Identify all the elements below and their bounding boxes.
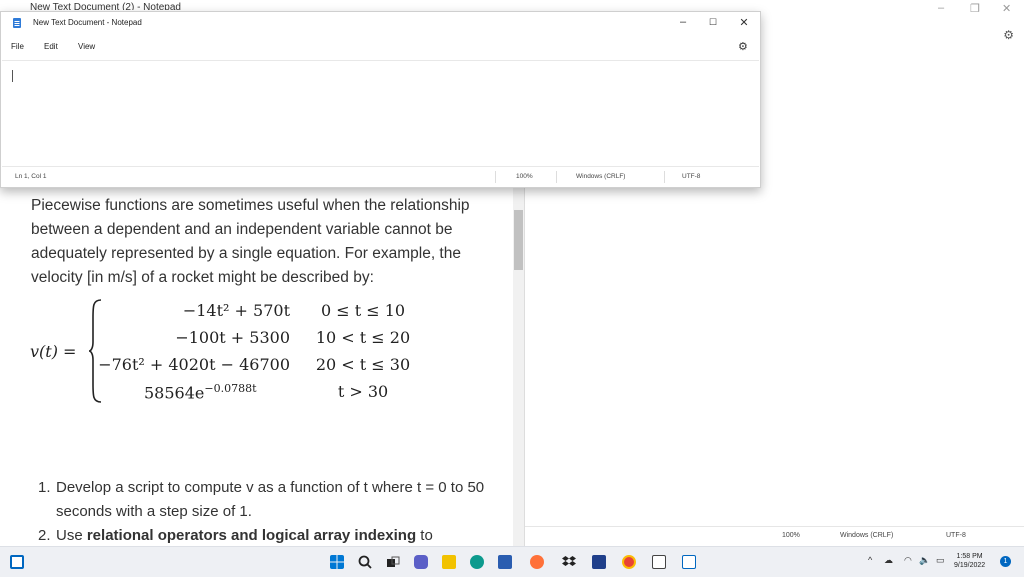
notepad-window: New Text Document - Notepad – ☐ ✕ File E…: [0, 11, 761, 188]
clock-time: 1:58 PM: [956, 553, 983, 560]
chrome-icon[interactable]: [622, 555, 636, 569]
piecewise-equation: v(t) = −14t² + 570t 0 ≤ t ≤ 10 −100t + 5…: [30, 298, 490, 408]
equation-row-1-condition: 0 ≤ t ≤ 10: [320, 301, 406, 320]
settings-gear-icon[interactable]: ⚙: [738, 40, 748, 53]
taskbar: ^ ☁ ◠ 🔈 ▭ 1:58 PM 9/19/2022 1: [0, 546, 1024, 577]
background-minimize-button[interactable]: –: [938, 2, 944, 14]
store-icon[interactable]: [498, 555, 512, 569]
cloud-icon[interactable]: ☁: [884, 555, 893, 566]
notepad-title-bar[interactable]: New Text Document - Notepad – ☐ ✕: [1, 12, 760, 34]
equation-row-2-condition: 10 < t ≤ 20: [315, 328, 411, 347]
background-status-bar: 100% Windows (CRLF) UTF-8: [524, 526, 1024, 545]
start-icon[interactable]: [330, 555, 344, 569]
maximize-button[interactable]: ☐: [703, 17, 723, 28]
edge-browser-icon[interactable]: [470, 555, 484, 569]
text-caret: [12, 70, 13, 82]
notepad-app-icon: [13, 18, 21, 28]
line-ending: Windows (CRLF): [576, 173, 626, 180]
list-item: 2. Use relational operators and logical …: [38, 524, 508, 546]
file-explorer-icon[interactable]: [442, 555, 456, 569]
equation-row-2-expression: −100t + 5300: [175, 328, 290, 347]
equation-row-3-condition: 20 < t ≤ 30: [315, 355, 411, 374]
list-item-number: 2.: [38, 527, 51, 544]
document-panel: Piecewise functions are sometimes useful…: [0, 186, 525, 546]
list-item-number: 1.: [38, 479, 51, 496]
list-item-text-pre: Use: [56, 527, 87, 544]
equation-row-3-expression: −76t² + 4020t − 46700: [98, 355, 290, 374]
background-zoom-level: 100%: [782, 532, 800, 539]
status-divider: [495, 171, 496, 183]
notepad-taskbar-icon[interactable]: [682, 555, 696, 569]
equation-row-4-expression: 58564e−0.0788t: [90, 382, 290, 402]
equation-row-4-condition: t > 30: [337, 382, 389, 401]
notepad-title: New Text Document - Notepad: [33, 18, 142, 27]
minimize-button[interactable]: –: [673, 16, 693, 28]
intro-paragraph: Piecewise functions are sometimes useful…: [31, 197, 470, 286]
chevron-up-icon[interactable]: ^: [868, 555, 872, 565]
menu-edit[interactable]: Edit: [44, 42, 58, 51]
background-encoding: UTF-8: [946, 532, 966, 539]
list-item-text-bold: relational operators and logical array i…: [86, 527, 417, 544]
list-item-text: Use relational operators and logical arr…: [56, 524, 501, 546]
scrollbar-thumb[interactable]: [514, 210, 523, 270]
status-bar: Ln 1, Col 1 100% Windows (CRLF) UTF-8: [1, 169, 760, 185]
list-item-text: Develop a script to compute v as a funct…: [56, 479, 485, 520]
list-item: 1. Develop a script to compute v as a fu…: [38, 476, 508, 524]
terminal-icon[interactable]: [652, 555, 666, 569]
menu-file[interactable]: File: [11, 42, 24, 51]
background-window-title: New Text Document (2) - Notepad: [30, 2, 181, 10]
volume-icon[interactable]: 🔈: [919, 555, 930, 566]
equation-row-4-base: 58564e: [144, 383, 205, 403]
status-divider: [664, 171, 665, 183]
dropbox-icon[interactable]: [562, 555, 576, 569]
cursor-position: Ln 1, Col 1: [15, 173, 47, 180]
clock-date: 9/19/2022: [954, 562, 986, 569]
document-scrollbar[interactable]: [513, 186, 524, 546]
menu-view[interactable]: View: [78, 42, 95, 51]
firefox-icon[interactable]: [530, 555, 544, 569]
menu-bar: File Edit View: [1, 40, 760, 56]
encoding: UTF-8: [682, 173, 701, 180]
widgets-icon[interactable]: [10, 555, 24, 569]
background-line-ending: Windows (CRLF): [840, 532, 894, 539]
wifi-icon[interactable]: ◠: [904, 555, 912, 566]
calculator-icon[interactable]: [592, 555, 606, 569]
zoom-level: 100%: [516, 173, 533, 180]
equation-lhs: v(t) =: [30, 342, 77, 361]
search-icon[interactable]: [358, 555, 372, 569]
background-settings-gear-icon[interactable]: ⚙: [1003, 28, 1014, 42]
teams-chat-icon[interactable]: [414, 555, 428, 569]
notification-badge[interactable]: 1: [1000, 556, 1011, 567]
task-view-icon[interactable]: [386, 555, 400, 569]
background-restore-button[interactable]: ❐: [970, 2, 980, 15]
close-button[interactable]: ✕: [734, 16, 754, 29]
instruction-list: 1. Develop a script to compute v as a fu…: [38, 476, 508, 546]
equation-row-1-expression: −14t² + 570t: [182, 301, 290, 320]
text-editor-area[interactable]: [2, 60, 759, 167]
battery-icon[interactable]: ▭: [936, 555, 945, 566]
equation-row-4-exponent: −0.0788t: [204, 382, 257, 395]
background-close-button[interactable]: ✕: [1002, 2, 1011, 15]
list-item-text-post: to: [416, 527, 433, 544]
status-divider: [556, 171, 557, 183]
clock[interactable]: 1:58 PM 9/19/2022: [954, 552, 985, 570]
